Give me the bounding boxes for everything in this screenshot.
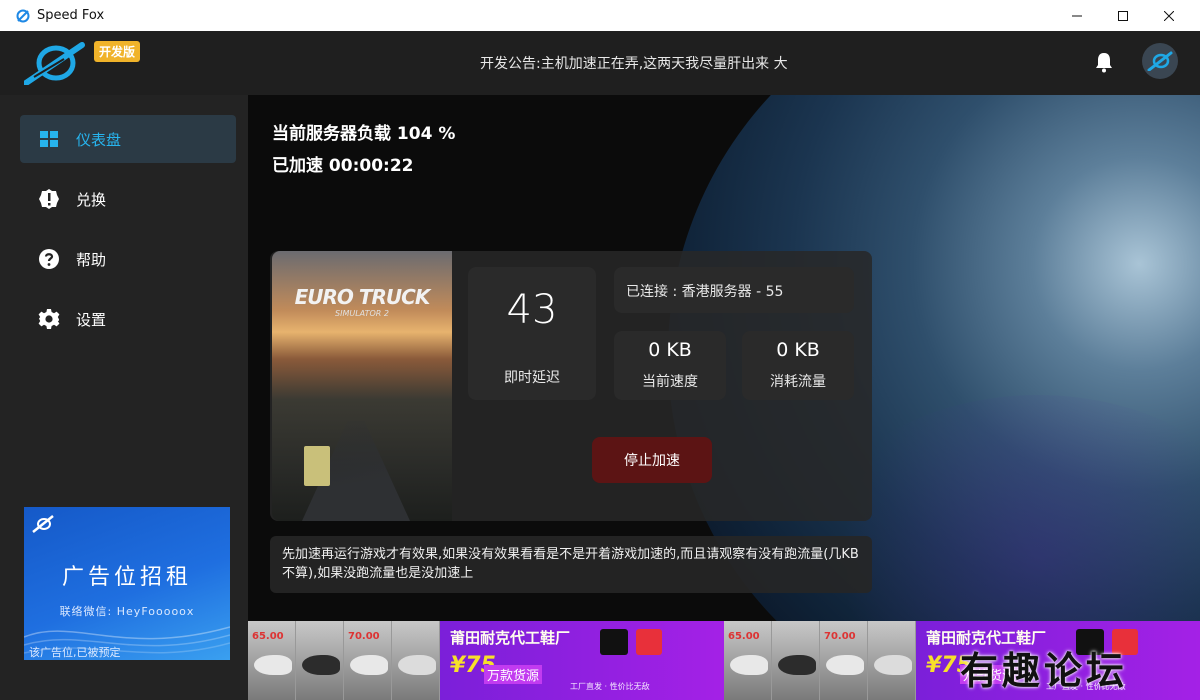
title-bar: Speed Fox [0, 0, 1200, 31]
shoe-image: 65.00 [724, 621, 772, 700]
latency-label: 即时延迟 [504, 370, 560, 386]
connected-server-text: 已连接 : 香港服务器 - 55 [626, 284, 784, 300]
truck-graphic [304, 446, 330, 486]
game-cover[interactable]: EURO TRUCK SIMULATOR 2 [272, 251, 452, 521]
shoe-price: 70.00 [348, 631, 380, 642]
latency-card: 43 即时延迟 [468, 267, 596, 400]
shoe-image: 65.00 [248, 621, 296, 700]
shoe-image [392, 621, 440, 700]
forum-watermark: 有趣论坛 [960, 648, 1129, 693]
speed-card: 0 KB 当前速度 [614, 331, 726, 400]
gear-icon [38, 308, 60, 330]
connected-server-card: 已连接 : 香港服务器 - 55 [614, 267, 854, 313]
speed-fox-logo-icon [24, 42, 85, 85]
shoe-image: 70.00 [820, 621, 868, 700]
minimize-button[interactable] [1054, 0, 1100, 31]
announcement-marquee: 开发公告:主机加速正在弄,这两天我尽量肝出来 大 [480, 56, 788, 72]
ad-contact: 联络微信: HeyFoooooх [59, 605, 195, 618]
banner-tag-icon [636, 629, 662, 655]
sidebar-item-label: 帮助 [76, 250, 107, 269]
game-cover-title: EURO TRUCK [294, 285, 431, 309]
banner-segment: 65.00 70.00 莆田耐克代工鞋厂 ¥75 万款货源 工厂直发 · 性价比… [248, 621, 724, 700]
traffic-card: 0 KB 消耗流量 [742, 331, 854, 400]
shoe-price: 70.00 [824, 631, 856, 642]
sidebar-item-redeem[interactable]: 兑换 [20, 175, 236, 223]
minimize-icon [1072, 15, 1082, 16]
shoe-image: 70.00 [344, 621, 392, 700]
dev-version-badge: 开发版 [94, 41, 141, 62]
usage-tip: 先加速再运行游戏才有效果,如果没有效果看看是不是开着游戏加速的,而且请观察有没有… [270, 536, 872, 593]
sidebar-item-label: 设置 [76, 310, 107, 329]
banner-slogan: 工厂直发 · 性价比无敌 [570, 682, 650, 691]
app-header: 开发版 开发公告:主机加速正在弄,这两天我尽量肝出来 大 [0, 31, 1200, 95]
shoe-image [868, 621, 916, 700]
traffic-value: 0 KB [776, 339, 820, 361]
traffic-label: 消耗流量 [770, 374, 826, 390]
stop-acceleration-button[interactable]: 停止加速 [592, 437, 712, 483]
speed-value: 0 KB [648, 339, 692, 361]
shoe-image [296, 621, 344, 700]
sidebar-item-settings[interactable]: 设置 [20, 295, 236, 343]
sidebar-item-help[interactable]: 帮助 [20, 235, 236, 283]
shoe-price: 65.00 [728, 631, 760, 642]
sidebar-item-label: 仪表盘 [76, 130, 122, 149]
dashboard-icon [38, 128, 60, 150]
ad-note: 该广告位,已被预定 [29, 646, 121, 659]
app-logo-icon [16, 9, 30, 22]
shoe-image [772, 621, 820, 700]
accelerated-time-text: 已加速 00:00:22 [272, 156, 414, 176]
ad-logo-icon [32, 515, 54, 533]
avatar-logo-icon [1147, 51, 1173, 71]
banner-shop-name: 莆田耐克代工鞋厂 [450, 629, 571, 647]
maximize-icon [1118, 10, 1128, 21]
speed-label: 当前速度 [642, 374, 698, 390]
close-icon [1164, 10, 1174, 21]
badge-alert-icon [38, 188, 60, 210]
banner-tag-icon [600, 629, 628, 655]
game-cover-subtitle: SIMULATOR 2 [335, 309, 389, 318]
latency-value: 43 [506, 287, 558, 333]
shoe-price: 65.00 [252, 631, 284, 642]
app-window: Speed Fox 开发版 开发公告:主机加速正在弄,这两天我尽量肝出来 大 仪… [0, 0, 1200, 700]
banner-goods: 万款货源 [484, 665, 543, 684]
avatar[interactable] [1142, 43, 1178, 79]
help-icon [38, 248, 60, 270]
dashboard-main: 当前服务器负载 104 % 已加速 00:00:22 EURO TRUCK SI… [248, 95, 1200, 621]
close-button[interactable] [1146, 0, 1192, 31]
ad-title: 广告位招租 [61, 565, 192, 590]
bell-icon[interactable] [1094, 51, 1114, 73]
sidebar: 仪表盘 兑换 帮助 设置 广告位招租 联络微信: HeyFoooooх 该广告位… [0, 95, 248, 700]
sidebar-ad-banner[interactable]: 广告位招租 联络微信: HeyFoooooх 该广告位,已被预定 [24, 507, 230, 660]
sidebar-item-label: 兑换 [76, 190, 107, 209]
banner-promo: 莆田耐克代工鞋厂 ¥75 万款货源 工厂直发 · 性价比无敌 [440, 621, 724, 700]
sidebar-item-dashboard[interactable]: 仪表盘 [20, 115, 236, 163]
maximize-button[interactable] [1100, 0, 1146, 31]
window-title: Speed Fox [37, 8, 105, 23]
server-load-text: 当前服务器负载 104 % [272, 124, 456, 144]
